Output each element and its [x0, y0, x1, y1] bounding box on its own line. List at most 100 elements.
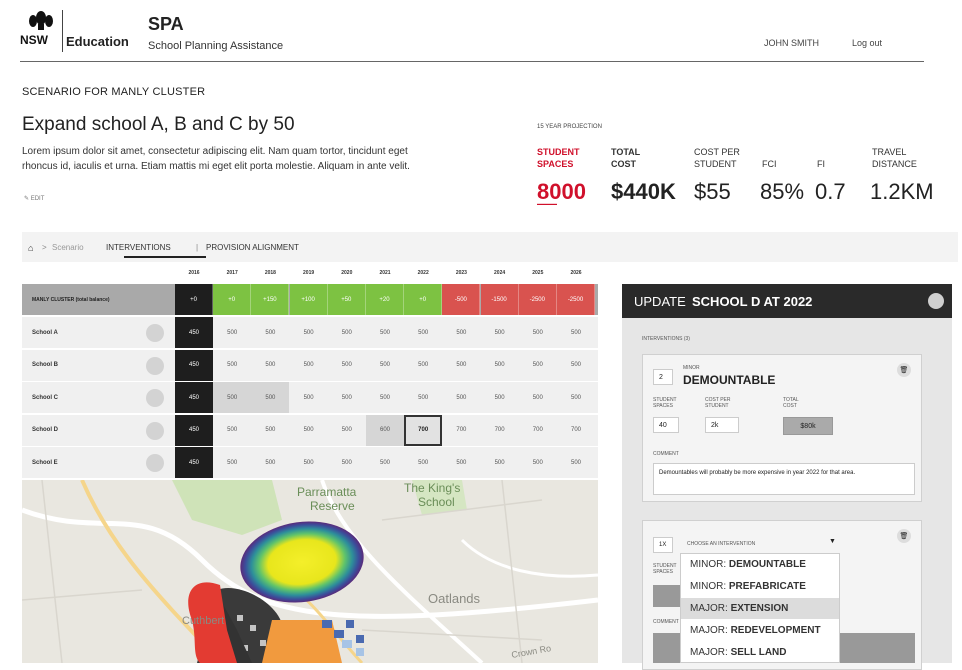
dropdown-option-major-redevelopment[interactable]: MAJOR: REDEVELOPMENT — [681, 620, 839, 641]
enrolment-cell[interactable]: 500 — [481, 350, 519, 381]
breadcrumb-scenario[interactable]: Scenario — [52, 243, 84, 252]
school-row: School A 450 500 500 500 500 500 500 500 500 500 50… — [22, 317, 598, 349]
enrolment-cell[interactable]: 600 — [366, 414, 404, 446]
stat-cost-per-student-value: $55 — [694, 179, 731, 204]
balance-cell[interactable]: +100 — [289, 284, 328, 315]
enrolment-cell[interactable]: 500 — [366, 317, 404, 348]
scenario-title: Expand school A, B and C by 50 — [22, 114, 295, 135]
enrolment-cell[interactable]: 500 — [290, 382, 328, 413]
enrolment-cell[interactable]: 500 — [366, 382, 404, 413]
enrolment-cell[interactable]: 500 — [404, 382, 442, 413]
enrolment-cell[interactable]: 500 — [557, 317, 595, 348]
enrolment-cell[interactable]: 450 — [175, 382, 213, 413]
dropdown-option-minor-demountable[interactable]: MINOR: DEMOUNTABLE — [681, 554, 839, 575]
enrolment-cell[interactable]: 450 — [175, 447, 213, 478]
dropdown-option-major-sell-land[interactable]: MAJOR: SELL LAND — [681, 642, 839, 663]
enrolment-cell[interactable]: 500 — [213, 317, 251, 348]
logout-link[interactable]: Log out — [852, 38, 882, 48]
enrolment-cell[interactable]: 500 — [290, 317, 328, 348]
enrolment-cell[interactable]: 500 — [404, 447, 442, 478]
choose-intervention-select[interactable]: CHOOSE AN INTERVENTION — [687, 541, 755, 547]
enrolment-cell[interactable]: 700 — [557, 415, 595, 446]
enrolment-cell[interactable]: 500 — [328, 415, 366, 446]
enrolment-cell[interactable]: 500 — [290, 447, 328, 478]
enrolment-cell[interactable]: 500 — [328, 350, 366, 381]
tab-provision-alignment[interactable]: PROVISION ALIGNMENT — [206, 243, 299, 252]
user-name-link[interactable]: JOHN SMITH — [764, 38, 819, 48]
tab-interventions[interactable]: INTERVENTIONS — [106, 243, 171, 252]
enrolment-cell[interactable]: 500 — [442, 317, 480, 348]
map-view[interactable]: Parramatta Reserve The King's School Oat… — [22, 480, 598, 663]
balance-cell[interactable]: -2500 — [557, 284, 595, 315]
close-panel-button[interactable] — [928, 293, 944, 309]
enrolment-cell[interactable]: 500 — [366, 447, 404, 478]
enrolment-cell[interactable]: 500 — [213, 415, 251, 446]
balance-cell[interactable]: +0 — [213, 284, 252, 315]
enrolment-cell[interactable]: 500 — [519, 350, 557, 381]
enrolment-cell[interactable]: 500 — [213, 350, 251, 381]
cost-per-student-input[interactable]: 2k — [705, 417, 739, 433]
enrolment-cell[interactable]: 700 — [404, 414, 443, 446]
enrolment-cell[interactable]: 500 — [481, 317, 519, 348]
enrolment-cell[interactable]: 700 — [481, 415, 519, 446]
enrolment-cell[interactable]: 500 — [366, 350, 404, 381]
home-icon[interactable]: ⌂ — [28, 243, 33, 253]
edit-link[interactable]: ✎ EDIT — [24, 195, 44, 202]
enrolment-cell[interactable]: 450 — [175, 317, 213, 348]
enrolment-cell[interactable]: 500 — [290, 350, 328, 381]
map-label-cuthbert: Cuthbert — [182, 615, 224, 627]
enrolment-cell[interactable]: 500 — [328, 447, 366, 478]
enrolment-cell[interactable]: 500 — [519, 447, 557, 478]
enrolment-cell[interactable]: 700 — [519, 415, 557, 446]
balance-cell[interactable]: -2500 — [518, 284, 557, 315]
enrolment-cell[interactable]: 500 — [519, 382, 557, 413]
enrolment-cell[interactable]: 500 — [404, 350, 442, 381]
enrolment-cell[interactable]: 500 — [251, 382, 290, 413]
balance-cell[interactable]: +150 — [251, 284, 290, 315]
enrolment-cell[interactable]: 500 — [442, 350, 480, 381]
balance-cell[interactable]: +20 — [366, 284, 404, 315]
enrolment-cell[interactable]: 500 — [213, 447, 251, 478]
new-quantity-input[interactable]: 1X — [653, 537, 673, 553]
enrolment-cell[interactable]: 450 — [175, 414, 213, 446]
enrolment-cell[interactable]: 500 — [404, 317, 442, 348]
school-info-icon[interactable] — [146, 421, 164, 440]
enrolment-cell[interactable]: 500 — [481, 382, 519, 413]
enrolment-cell[interactable]: 500 — [328, 317, 366, 348]
enrolment-cell[interactable]: 450 — [175, 349, 213, 381]
chevron-down-icon[interactable]: ▼ — [829, 538, 836, 545]
balance-cell[interactable]: -500 — [442, 284, 481, 315]
balance-cell[interactable]: +0 — [175, 284, 213, 315]
enrolment-cell[interactable]: 500 — [213, 382, 252, 413]
enrolment-cell[interactable]: 500 — [290, 415, 328, 446]
delete-icon[interactable]: 🗑 — [897, 363, 911, 377]
enrolment-cell[interactable]: 500 — [557, 447, 595, 478]
enrolment-cell[interactable]: 500 — [557, 350, 595, 381]
enrolment-cell[interactable]: 500 — [251, 415, 289, 446]
edit-label: EDIT — [30, 196, 45, 202]
dropdown-option-minor-prefabricate[interactable]: MINOR: PREFABRICATE — [681, 576, 839, 597]
school-info-icon[interactable] — [146, 356, 164, 375]
balance-cell[interactable]: +0 — [404, 284, 443, 315]
student-spaces-input[interactable]: 40 — [653, 417, 679, 433]
enrolment-cell[interactable]: 500 — [481, 447, 519, 478]
comment-textarea[interactable]: Demountables will probably be more expen… — [653, 463, 915, 495]
school-info-icon[interactable] — [146, 454, 164, 472]
enrolment-cell[interactable]: 500 — [328, 382, 366, 413]
school-info-icon[interactable] — [146, 389, 164, 407]
school-info-icon[interactable] — [146, 324, 164, 342]
enrolment-cell[interactable]: 500 — [442, 447, 480, 478]
enrolment-cell[interactable]: 500 — [251, 350, 289, 381]
enrolment-cell[interactable]: 700 — [442, 415, 480, 446]
dropdown-option-major-extension[interactable]: MAJOR: EXTENSION — [681, 598, 839, 619]
new-student-spaces-input[interactable] — [653, 585, 683, 607]
enrolment-cell[interactable]: 500 — [251, 317, 289, 348]
enrolment-cell[interactable]: 500 — [442, 382, 480, 413]
balance-cell[interactable]: +50 — [327, 284, 366, 315]
delete-icon[interactable]: 🗑 — [897, 529, 911, 543]
quantity-input[interactable]: 2 — [653, 369, 673, 385]
enrolment-cell[interactable]: 500 — [251, 447, 289, 478]
enrolment-cell[interactable]: 500 — [557, 382, 595, 413]
enrolment-cell[interactable]: 500 — [519, 317, 557, 348]
balance-cell[interactable]: -1500 — [480, 284, 519, 315]
